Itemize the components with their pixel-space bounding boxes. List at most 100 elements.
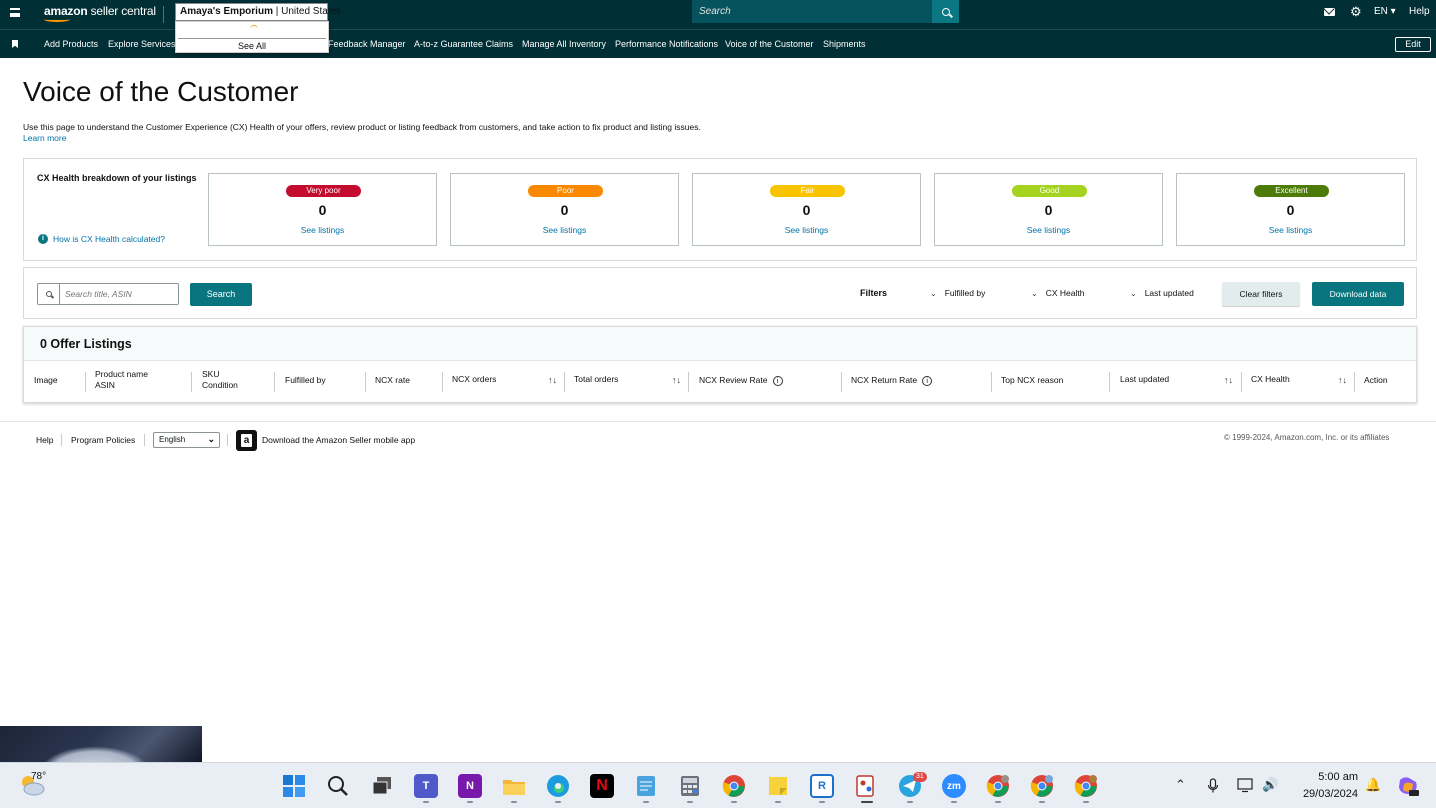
sort-icon[interactable]: ↑↓: [672, 375, 681, 385]
info-icon[interactable]: i: [772, 375, 783, 386]
column-divider: [841, 372, 842, 392]
cx-health-how-link[interactable]: i How is CX Health calculated?: [38, 234, 165, 244]
search-button[interactable]: Search: [190, 283, 252, 306]
footer-app-download-link[interactable]: Download the Amazon Seller mobile app: [262, 435, 415, 445]
col-action: Action: [1364, 375, 1388, 385]
column-divider: [274, 372, 275, 392]
ringcentral-icon[interactable]: R: [810, 774, 834, 798]
nav-feedback-manager[interactable]: Feedback Manager: [328, 39, 406, 49]
info-icon[interactable]: i: [922, 375, 933, 386]
see-listings-poor[interactable]: See listings: [451, 225, 678, 235]
chevron-up-icon[interactable]: ⌃: [1175, 777, 1186, 793]
notepad-icon[interactable]: [634, 774, 658, 798]
see-listings-good[interactable]: See listings: [935, 225, 1162, 235]
see-listings-fair[interactable]: See listings: [693, 225, 920, 235]
windows-start-icon[interactable]: [282, 774, 306, 798]
chevron-down-icon: ⌄: [930, 288, 937, 298]
chevron-down-icon: ⌄: [207, 434, 215, 444]
col-ncx-rate: NCX rate: [375, 375, 410, 385]
file-explorer-icon[interactable]: [502, 774, 526, 798]
offer-listings-table: 0 Offer Listings Image Product name ASIN …: [23, 326, 1417, 403]
bookmark-icon[interactable]: [12, 40, 18, 48]
microphone-icon[interactable]: [1207, 778, 1219, 794]
learn-more-link[interactable]: Learn more: [23, 133, 66, 143]
nav-add-products[interactable]: Add Products: [44, 39, 98, 49]
nav-manage-inventory[interactable]: Manage All Inventory: [522, 39, 606, 49]
running-indicator: [731, 801, 737, 803]
sort-icon[interactable]: ↑↓: [1338, 375, 1347, 385]
nav-voice-of-customer[interactable]: Voice of the Customer: [725, 39, 814, 49]
see-listings-excellent[interactable]: See listings: [1177, 225, 1404, 235]
clear-filters-button[interactable]: Clear filters: [1222, 282, 1300, 306]
nav-shipments[interactable]: Shipments: [823, 39, 866, 49]
col-fulfilled-by: Fulfilled by: [285, 375, 326, 385]
sort-icon[interactable]: ↑↓: [548, 375, 557, 385]
clock-date[interactable]: 29/03/2024: [1294, 788, 1358, 800]
account-region: | United States: [272, 6, 342, 17]
nav-explore-services[interactable]: Explore Services: [108, 39, 176, 49]
network-icon[interactable]: [1237, 778, 1255, 793]
col-ncx-return-rate: NCX Return Rate i: [851, 375, 933, 386]
cx-health-panel: CX Health breakdown of your listings i H…: [23, 158, 1417, 261]
chrome-profile-icon[interactable]: [986, 774, 1010, 798]
page-title: Voice of the Customer: [23, 76, 299, 107]
footer-program-policies-link[interactable]: Program Policies: [71, 435, 135, 445]
see-listings-very-poor[interactable]: See listings: [209, 225, 436, 235]
edge-icon[interactable]: [546, 774, 570, 798]
chrome-icon[interactable]: [722, 774, 746, 798]
col-total-orders: Total orders: [574, 374, 619, 384]
running-indicator: [1039, 801, 1045, 803]
hamburger-icon[interactable]: [10, 8, 20, 17]
col-product-name-label: Product name: [95, 369, 148, 379]
calculator-icon[interactable]: [678, 774, 702, 798]
nav-performance-notifications[interactable]: Performance Notifications: [615, 39, 718, 49]
edit-nav-button[interactable]: Edit: [1395, 37, 1431, 52]
chrome-profile-icon[interactable]: [1074, 774, 1098, 798]
gear-icon[interactable]: ⚙: [1350, 5, 1362, 18]
logo-light: seller central: [87, 4, 156, 18]
footer-help-link[interactable]: Help: [36, 435, 53, 445]
account-switcher[interactable]: Amaya's Emporium | United States: [175, 3, 341, 21]
column-divider: [191, 372, 192, 392]
nav-a-to-z-claims[interactable]: A-to-z Guarantee Claims: [414, 39, 513, 49]
filter-fulfilled-by[interactable]: ⌄ Fulfilled by: [930, 288, 985, 298]
running-indicator: [775, 801, 781, 803]
clock-time[interactable]: 5:00 am: [1314, 771, 1358, 783]
netflix-icon[interactable]: N: [590, 774, 614, 798]
mail-icon[interactable]: [1324, 8, 1335, 16]
language-selector[interactable]: EN ▾: [1374, 6, 1396, 17]
col-product-name[interactable]: Product name ASIN: [95, 369, 148, 391]
search-icon[interactable]: [326, 774, 350, 798]
onenote-icon[interactable]: N: [458, 774, 482, 798]
volume-icon[interactable]: 🔊: [1262, 777, 1278, 793]
column-divider: [688, 372, 689, 392]
notification-bell-icon[interactable]: 🔔: [1365, 777, 1381, 793]
filter-cx-health[interactable]: ⌄ CX Health: [1031, 288, 1084, 298]
cx-badge-very-poor: Very poor: [286, 185, 361, 197]
download-data-button[interactable]: Download data: [1312, 282, 1404, 306]
chrome-profile-icon[interactable]: [1030, 774, 1054, 798]
sort-icon[interactable]: ↑↓: [1224, 375, 1233, 385]
filter-last-updated[interactable]: ⌄ Last updated: [1130, 288, 1194, 298]
running-indicator: [511, 801, 517, 803]
global-search-input[interactable]: Search: [692, 0, 932, 23]
help-link[interactable]: Help: [1409, 6, 1430, 17]
sticky-notes-icon[interactable]: [766, 774, 790, 798]
video-thumbnail[interactable]: [0, 726, 202, 762]
listing-search-input[interactable]: [60, 284, 178, 304]
logo-bold: amazon: [44, 4, 88, 18]
task-view-icon[interactable]: [370, 774, 394, 798]
zoom-icon[interactable]: zm: [942, 774, 966, 798]
snipping-tool-icon[interactable]: [854, 774, 878, 798]
footer-language-select[interactable]: English ⌄: [153, 432, 220, 448]
listing-search-field[interactable]: [37, 283, 179, 305]
divider: [61, 434, 62, 446]
see-all-accounts-link[interactable]: See All: [178, 38, 326, 52]
seller-central-logo[interactable]: amazon seller central: [44, 4, 156, 18]
copilot-icon[interactable]: [1396, 774, 1420, 798]
col-sku[interactable]: SKU Condition: [202, 369, 238, 391]
global-search-button[interactable]: [932, 0, 959, 23]
running-indicator: [951, 801, 957, 803]
teams-icon[interactable]: T: [414, 774, 438, 798]
amazon-app-icon[interactable]: a: [236, 430, 257, 451]
